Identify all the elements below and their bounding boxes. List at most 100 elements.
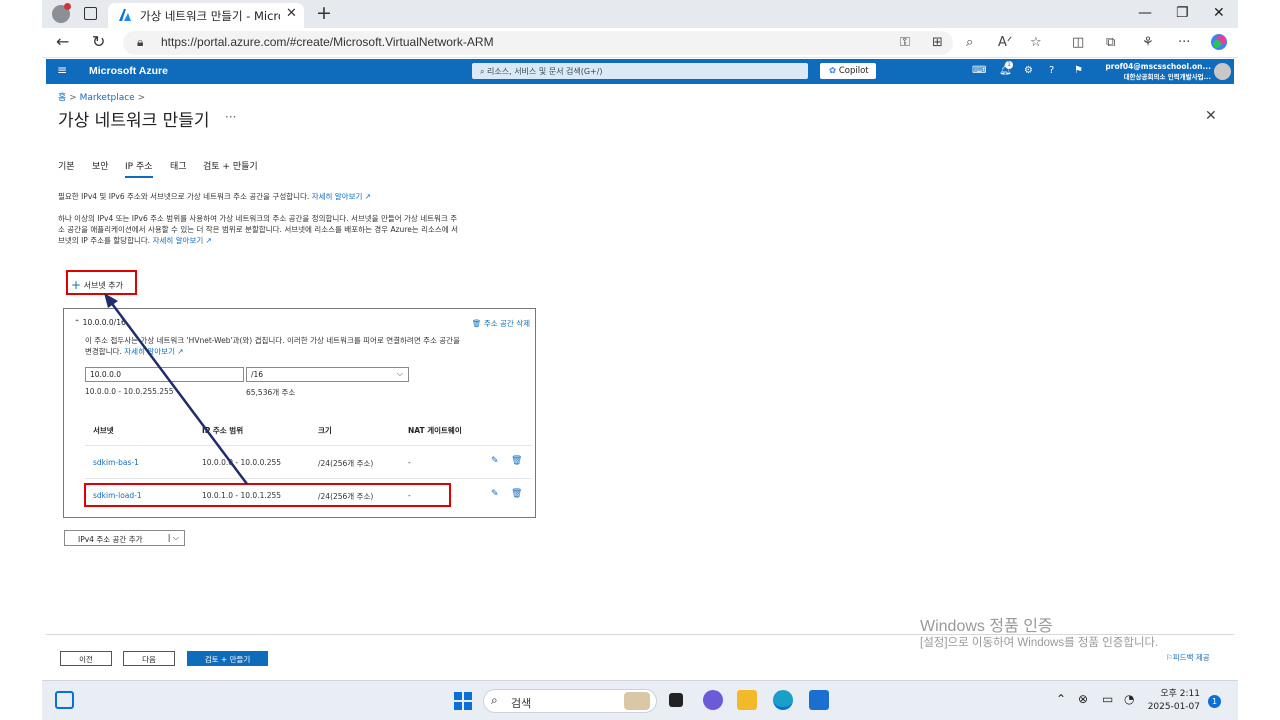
show-hidden-icons-icon[interactable]: ⌃ (1056, 692, 1066, 706)
chevron-down-icon: ⌵ (396, 369, 403, 378)
account-email: prof04@mscsschool.on... (1105, 62, 1211, 71)
trash-icon[interactable]: 🗑︎ (511, 456, 522, 466)
add-ipv4-address-space-button[interactable]: IPv4 주소 공간 추가 | ⌵ (64, 530, 185, 546)
previous-button[interactable]: 이전 (60, 651, 112, 666)
address-space-header[interactable]: ⌃ 10.0.0.0/16 (74, 318, 126, 327)
restore-icon[interactable]: ❐ (1176, 5, 1189, 21)
address-space-description: 하나 이상의 IPv4 또는 IPv6 주소 범위를 사용하여 가상 네트워크의… (58, 213, 458, 246)
network-icon[interactable]: ◔ (1124, 692, 1134, 706)
tab-actions-icon[interactable] (84, 7, 97, 20)
breadcrumb-marketplace[interactable]: Marketplace (80, 93, 135, 103)
tab-security[interactable]: 보안 (92, 159, 109, 172)
zoom-icon[interactable]: ⌕ (966, 35, 973, 50)
warning-line: 이 주소 접두사는 가상 네트워크 'HVnet-Web'과(와) 겹칩니다. … (85, 336, 460, 345)
wizard-footer: 이전 다음 검토 + 만들기 (46, 634, 1234, 677)
split-screen-icon[interactable]: ◫ (1072, 35, 1084, 50)
file-explorer-icon[interactable] (737, 690, 757, 710)
edit-icon[interactable]: ✎ (491, 489, 499, 499)
clock-date: 2025-01-07 (1147, 702, 1200, 712)
prefix-select[interactable]: /16 ⌵ (246, 367, 409, 382)
azure-brand[interactable]: Microsoft Azure (89, 65, 168, 77)
help-icon[interactable]: ? (1049, 65, 1054, 76)
screen: 가상 네트워크 만들기 - Microsoft ✕ + — ❐ ✕ ← ↻ 🔒︎… (42, 0, 1238, 720)
search-icon: ⌕ (480, 67, 488, 76)
chevron-down-icon: | ⌵ (167, 533, 179, 542)
close-tab-icon[interactable]: ✕ (286, 6, 297, 21)
subnet-name-link[interactable]: sdkim-bas-1 (93, 458, 139, 467)
edit-icon[interactable]: ✎ (491, 456, 499, 466)
close-window-icon[interactable]: ✕ (1213, 5, 1225, 21)
portal-menu-icon[interactable]: ≡ (57, 63, 67, 77)
external-link-icon: ↗ (205, 236, 212, 245)
address-range: 10.0.0.0 - 10.0.255.255 (85, 387, 174, 396)
clock-time: 오후 2:11 (1160, 689, 1200, 699)
avatar[interactable] (1214, 63, 1231, 80)
edge-icon[interactable] (773, 690, 793, 710)
search-placeholder: 리소스, 서비스 및 문서 검색(G+/) (487, 67, 603, 76)
site-info-icon[interactable]: 🔒︎ (137, 35, 143, 50)
learn-more-link[interactable]: 자세히 알아보기 (124, 347, 175, 356)
plus-icon: + (71, 278, 82, 292)
feedback-label: 피드백 제공 (1172, 653, 1210, 662)
next-button[interactable]: 다음 (123, 651, 175, 666)
feedback-link[interactable]: ⚐피드백 제공 (1166, 652, 1210, 663)
settings-icon[interactable]: ⚙ (1024, 65, 1033, 76)
collections-icon[interactable]: ⧉ (1106, 35, 1115, 50)
external-link-icon: ↗ (364, 192, 372, 201)
widgets-icon[interactable] (55, 691, 74, 709)
key-icon[interactable]: ⚿ (900, 35, 910, 50)
refresh-icon[interactable]: ↻ (92, 32, 105, 51)
url-text: https://portal.azure.com/#create/Microso… (161, 35, 494, 49)
copilot-button[interactable]: ✿ Copilot (820, 63, 876, 79)
copilot-icon[interactable] (1210, 33, 1228, 51)
taskbar-search-label: 검색 (511, 697, 532, 710)
address-bar[interactable]: 🔒︎ https://portal.azure.com/#create/Micr… (123, 31, 953, 55)
start-icon[interactable] (454, 692, 472, 710)
tab-ip-addresses[interactable]: IP 주소 (125, 159, 153, 178)
address-count: 65,536개 주소 (246, 388, 296, 397)
app-available-icon[interactable]: ⊞ (932, 35, 943, 50)
taskbar-search-input[interactable]: ⌕ 검색 (483, 689, 657, 713)
tray-app-icon[interactable]: ⊗ (1078, 692, 1088, 706)
breadcrumb: 홈 > Marketplace > (58, 90, 145, 103)
new-tab-icon[interactable]: + (316, 2, 332, 24)
learn-more-link[interactable]: 자세히 알아보기 (153, 236, 204, 245)
extensions-icon[interactable]: ⚘ (1142, 35, 1154, 50)
clock[interactable]: 오후 2:11 2025-01-07 (1144, 688, 1200, 714)
account-menu[interactable]: prof04@mscsschool.on... 대한상공회의소 인력개발사업..… (1103, 62, 1211, 82)
delete-address-space-button[interactable]: 🗑︎ 주소 공간 삭제 (472, 318, 530, 329)
tab-basics[interactable]: 기본 (58, 159, 75, 172)
close-blade-icon[interactable]: ✕ (1205, 108, 1217, 124)
more-options-icon[interactable]: ··· (225, 110, 236, 124)
more-icon[interactable]: ··· (1178, 35, 1190, 50)
subnet-size: /24(256개 주소) (318, 459, 374, 468)
subnet-nat-gateway: - (408, 458, 411, 467)
review-create-button[interactable]: 검토 + 만들기 (187, 651, 268, 666)
copilot-label: Copilot (838, 66, 869, 76)
learn-more-link[interactable]: 자세히 알아보기 (312, 192, 363, 201)
breadcrumb-home[interactable]: 홈 (58, 93, 66, 103)
back-icon[interactable]: ← (56, 32, 69, 51)
search-icon: ⌕ (491, 693, 498, 707)
warning-line: 변경합니다. (85, 347, 122, 356)
browser-tab[interactable]: 가상 네트워크 만들기 - Microsoft ✕ (108, 3, 304, 28)
store-icon[interactable] (809, 690, 829, 710)
profile-status-icon (64, 3, 71, 10)
teams-icon[interactable] (703, 690, 723, 710)
row-divider (85, 445, 532, 446)
overlap-warning: 이 주소 접두사는 가상 네트워크 'HVnet-Web'과(와) 겹칩니다. … (85, 335, 531, 357)
read-aloud-icon[interactable]: Aᐟ (998, 35, 1012, 50)
notification-badge[interactable]: 1 (1208, 695, 1221, 708)
tab-review-create[interactable]: 검토 + 만들기 (203, 159, 258, 172)
cloud-shell-icon[interactable]: ⌨ (972, 65, 986, 76)
favorite-icon[interactable]: ☆ (1030, 35, 1042, 50)
feedback-icon[interactable]: ⚑ (1074, 65, 1083, 76)
minimize-icon[interactable]: — (1138, 5, 1152, 21)
task-view-icon[interactable] (669, 693, 683, 707)
display-icon[interactable]: ▭ (1102, 692, 1113, 706)
start-address-input[interactable]: 10.0.0.0 (85, 367, 244, 382)
trash-icon[interactable]: 🗑︎ (511, 489, 522, 499)
global-search-input[interactable]: ⌕ 리소스, 서비스 및 문서 검색(G+/) (472, 63, 808, 79)
add-subnet-button[interactable]: + 서브넷 추가 (66, 270, 137, 295)
tab-tags[interactable]: 태그 (170, 159, 187, 172)
